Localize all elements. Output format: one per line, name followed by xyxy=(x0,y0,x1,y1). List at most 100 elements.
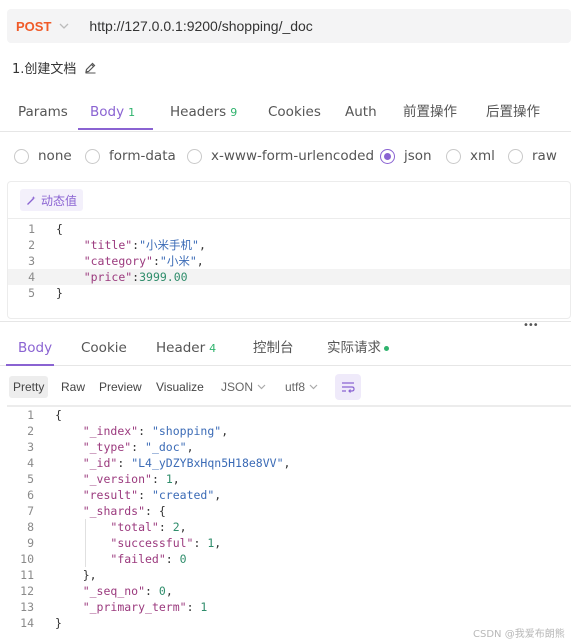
radio-xml[interactable]: xml xyxy=(446,143,495,169)
line-number: 9 xyxy=(27,536,34,550)
line-number: 13 xyxy=(20,600,34,614)
code-token: : xyxy=(145,584,159,598)
line-number: 3 xyxy=(28,254,35,268)
visualize-button[interactable]: Visualize xyxy=(152,376,208,398)
radio-none[interactable]: none xyxy=(14,143,72,169)
preview-button[interactable]: Preview xyxy=(95,376,146,398)
tab-params[interactable]: Params xyxy=(18,93,68,132)
dynamic-value-button[interactable]: 动态值 xyxy=(20,189,84,211)
code-token: "_version" xyxy=(82,472,152,486)
radio-label: form-data xyxy=(109,148,176,164)
code-token: }, xyxy=(55,568,97,582)
code-token: : xyxy=(151,472,166,486)
tab-label: Cookie xyxy=(81,340,127,356)
line-code: "title":"小米手机", xyxy=(56,237,206,253)
request-body-editor[interactable]: 动态值 1{2 "title":"小米手机", 3 "category":"小米"… xyxy=(7,181,571,319)
drag-handle-icon[interactable]: ••• xyxy=(523,320,539,331)
editor-divider xyxy=(8,218,570,219)
tab-response-cookie[interactable]: Cookie xyxy=(81,333,127,366)
code-line: 1{ xyxy=(8,221,570,237)
line-number: 1 xyxy=(27,408,34,422)
line-code: } xyxy=(56,285,63,301)
line-number: 2 xyxy=(28,238,35,252)
tab-response-body[interactable]: Body xyxy=(18,333,52,366)
dynamic-value-label: 动态值 xyxy=(41,193,78,208)
radio-circle-selected xyxy=(380,148,395,164)
line-number: 7 xyxy=(27,504,34,518)
line-code: "failed": 0 xyxy=(55,551,187,567)
pane-splitter[interactable] xyxy=(0,321,571,329)
code-token: 0 xyxy=(179,552,187,566)
line-code: "category":"小米", xyxy=(56,253,204,269)
encoding-select[interactable]: utf8 xyxy=(285,376,318,398)
edit-icon[interactable] xyxy=(84,61,97,74)
code-token: { xyxy=(55,408,62,422)
line-code: }, xyxy=(55,567,97,583)
active-tab-indicator xyxy=(6,364,54,366)
tab-post-actions[interactable]: 后置操作 xyxy=(486,93,540,132)
code-token: , xyxy=(172,472,180,486)
code-token: { xyxy=(56,222,63,236)
radio-form-data[interactable]: form-data xyxy=(85,143,176,169)
code-line: 5 "_version": 1, xyxy=(0,471,562,487)
tab-headers[interactable]: Headers 9 xyxy=(170,93,237,132)
line-code: "price":3999.00 xyxy=(56,269,188,285)
tab-body[interactable]: Body 1 xyxy=(90,93,135,132)
method-select[interactable]: POST xyxy=(16,19,51,34)
tab-response-header[interactable]: Header 4 xyxy=(156,333,216,366)
tab-pre-actions[interactable]: 前置操作 xyxy=(403,93,457,132)
line-number: 5 xyxy=(27,472,34,486)
code-token: : xyxy=(165,552,180,566)
tab-console[interactable]: 控制台 xyxy=(253,333,294,366)
tab-cookies[interactable]: Cookies xyxy=(268,93,321,132)
code-token: : xyxy=(152,254,160,268)
code-token: "_index" xyxy=(82,424,139,438)
radio-circle xyxy=(14,148,29,164)
code-token: "_doc" xyxy=(145,440,187,454)
watermark: CSDN @我爱布朗熊 xyxy=(473,629,565,640)
wrap-lines-button[interactable] xyxy=(335,374,361,400)
code-token: "_primary_term" xyxy=(82,600,187,614)
tab-count: 1 xyxy=(128,106,136,119)
pretty-button[interactable]: Pretty xyxy=(9,376,49,398)
raw-button[interactable]: Raw xyxy=(57,376,89,398)
radio-raw[interactable]: raw xyxy=(508,143,557,169)
code-token: : xyxy=(138,488,152,502)
code-token: , xyxy=(196,254,204,268)
line-code: "_id": "L4_yDZYBxHqn5H18e8VV", xyxy=(55,455,291,471)
code-line: 7 "_shards": { xyxy=(0,503,562,519)
tab-auth[interactable]: Auth xyxy=(345,93,377,132)
radio-circle xyxy=(508,148,523,164)
format-toolbar: Pretty Raw Preview Visualize JSON utf8 xyxy=(0,374,571,402)
line-code: "_primary_term": 1 xyxy=(55,599,208,615)
radio-json[interactable]: json xyxy=(380,143,432,169)
tab-actual-request[interactable]: 实际请求 xyxy=(327,333,389,366)
code-token: , xyxy=(214,488,222,502)
radio-x-www-form-urlencoded[interactable]: x-www-form-urlencoded xyxy=(187,143,374,169)
doc-name: 1.创建文档 xyxy=(12,62,77,77)
url-input[interactable]: http://127.0.0.1:9200/shopping/_doc xyxy=(89,18,312,34)
url-bar: POST http://127.0.0.1:9200/shopping/_doc xyxy=(7,9,571,43)
chevron-down-icon[interactable] xyxy=(59,23,69,29)
code-token: "L4_yDZYBxHqn5H18e8VV" xyxy=(131,456,284,470)
format-select[interactable]: JSON xyxy=(221,376,266,398)
code-token: : xyxy=(186,600,201,614)
radio-label: xml xyxy=(470,148,495,164)
line-code: "successful": 1, xyxy=(55,535,221,551)
code-line: 2 "title":"小米手机", xyxy=(8,237,570,253)
code-token: 3999.00 xyxy=(139,270,188,284)
code-token: , xyxy=(179,520,187,534)
radio-circle xyxy=(85,148,100,164)
code-token: : xyxy=(138,424,152,438)
line-number: 6 xyxy=(27,488,34,502)
line-code: "_shards": { xyxy=(55,503,166,519)
radio-label: json xyxy=(404,148,432,164)
code-token: : xyxy=(117,456,132,470)
code-token: 1 xyxy=(200,600,208,614)
